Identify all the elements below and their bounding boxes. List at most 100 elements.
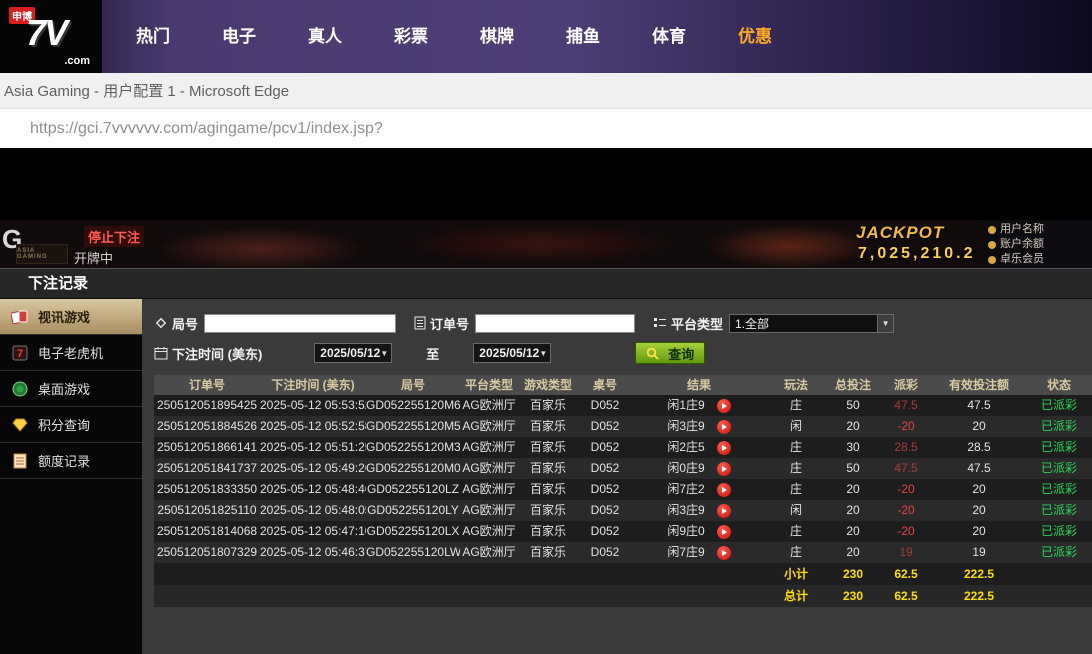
date-to-picker[interactable]: 2025/05/12 ▼ <box>473 343 551 363</box>
table-cell: GD052255120LY <box>366 500 460 521</box>
empty-cell <box>1026 585 1092 607</box>
nav-item-lottery[interactable]: 彩票 <box>368 0 454 73</box>
date-from-value: 2025/05/12 <box>320 346 380 360</box>
result-text: 闲3庄9 <box>667 500 704 521</box>
play-video-button[interactable] <box>717 504 731 518</box>
logo-suffix: .com <box>64 55 90 67</box>
table-cell: 19 <box>932 542 1026 563</box>
table-row: 2505120518845262025-05-12 05:52:58GD0522… <box>154 416 1092 437</box>
filter-row-2: 下注时间 (美东) 2025/05/12 ▼ 至 2025/05/12 ▼ <box>154 341 1092 365</box>
play-video-button[interactable] <box>717 399 731 413</box>
browser-titlebar: Asia Gaming - 用户配置 1 - Microsoft Edge <box>0 73 1092 109</box>
window-title: Asia Gaming - 用户配置 1 - Microsoft Edge <box>0 80 289 101</box>
asia-gaming-logo-text: ASIA GAMING <box>17 248 67 260</box>
query-button-label: 查询 <box>668 344 694 363</box>
chevron-down-icon: ▼ <box>877 315 893 332</box>
payout-cell: -20 <box>880 479 932 500</box>
table-cell: 2025-05-12 05:51:25 <box>260 437 366 458</box>
play-video-button[interactable] <box>717 441 731 455</box>
nav-item-hot[interactable]: 热门 <box>110 0 196 73</box>
asia-gaming-logo: ASIA GAMING <box>16 244 68 264</box>
platform-select[interactable]: 1.全部 ▼ <box>729 314 894 333</box>
nav-item-promo[interactable]: 优惠 <box>712 0 798 73</box>
play-video-button[interactable] <box>717 420 731 434</box>
table-cell: D052 <box>578 542 632 563</box>
table-cell: D052 <box>578 479 632 500</box>
site-logo[interactable]: 申博 7V .com <box>0 0 102 73</box>
column-header: 派彩 <box>880 375 932 395</box>
table-cell: 28.5 <box>932 437 1026 458</box>
table-cell: 百家乐 <box>518 458 578 479</box>
table-cell: 2025-05-12 05:52:58 <box>260 416 366 437</box>
empty-cell <box>518 563 578 585</box>
play-video-button[interactable] <box>717 546 731 560</box>
table-cell: AG欧洲厅 <box>460 542 518 563</box>
table-row: 2505120518417372025-05-12 05:49:26GD0522… <box>154 458 1092 479</box>
table-cell: 250512051895425 <box>154 395 260 416</box>
order-label: 订单号 <box>430 314 469 333</box>
nav-item-live[interactable]: 真人 <box>282 0 368 73</box>
query-button[interactable]: 查询 <box>635 342 705 364</box>
table-cell: 47.5 <box>932 395 1026 416</box>
sidebar-item-video-games[interactable]: 视讯游戏 <box>0 299 142 335</box>
column-header: 订单号 <box>154 375 260 395</box>
table-row: 2505120518073292025-05-12 05:46:37GD0522… <box>154 542 1092 563</box>
payout-cell: -20 <box>880 416 932 437</box>
calendar-icon <box>154 346 168 360</box>
play-icon <box>722 487 727 493</box>
table-cell: D052 <box>578 437 632 458</box>
coin-icon <box>988 256 996 264</box>
result-text: 闲3庄9 <box>667 416 704 437</box>
sidebar-item-slots[interactable]: 7电子老虎机 <box>0 335 142 371</box>
casino-background: G ASIA GAMING 停止下注 开牌中 JACKPOT 7,025,210… <box>0 220 1092 268</box>
table-cell: GD052255120M5 <box>366 416 460 437</box>
screen: 申博 7V .com 热门电子真人彩票棋牌捕鱼体育优惠 Asia Gaming … <box>0 0 1092 654</box>
date-from-picker[interactable]: 2025/05/12 ▼ <box>314 343 392 363</box>
empty-cell <box>260 563 366 585</box>
table-cell: 30 <box>826 437 880 458</box>
table-cell: 2025-05-12 05:46:37 <box>260 542 366 563</box>
nav-item-fishing[interactable]: 捕鱼 <box>540 0 626 73</box>
sidebar-item-table-games[interactable]: 桌面游戏 <box>0 371 142 407</box>
sidebar-item-quota[interactable]: 额度记录 <box>0 443 142 479</box>
result-cell: 闲9庄0 <box>632 521 766 542</box>
status-badge: 已派彩 <box>1026 458 1092 479</box>
nav-item-chess[interactable]: 棋牌 <box>454 0 540 73</box>
table-row: 2505120518954252025-05-12 05:53:52GD0522… <box>154 395 1092 416</box>
table-cell: AG欧洲厅 <box>460 395 518 416</box>
order-input[interactable] <box>475 314 635 333</box>
empty-cell <box>632 585 766 607</box>
table-cell: 庄 <box>766 521 826 542</box>
column-header: 总投注 <box>826 375 880 395</box>
table-cell: 250512051841737 <box>154 458 260 479</box>
url-text[interactable]: https://gci.7vvvvvv.com/agingame/pcv1/in… <box>0 120 383 138</box>
table-body: 2505120518954252025-05-12 05:53:52GD0522… <box>154 395 1092 607</box>
table-row: 2505120518333502025-05-12 05:48:46GD0522… <box>154 479 1092 500</box>
payout-cell: 47.5 <box>880 395 932 416</box>
table-cell: AG欧洲厅 <box>460 416 518 437</box>
table-cell: 百家乐 <box>518 395 578 416</box>
table-game-icon <box>10 381 30 397</box>
jackpot-label: JACKPOT <box>856 223 944 243</box>
user-info-line: 用户名称 <box>988 222 1088 237</box>
sidebar-item-label: 额度记录 <box>38 451 90 470</box>
sidebar-item-points[interactable]: 积分查询 <box>0 407 142 443</box>
result-text: 闲2庄5 <box>667 437 704 458</box>
nav-item-sports[interactable]: 体育 <box>626 0 712 73</box>
nav-item-slots[interactable]: 电子 <box>196 0 282 73</box>
play-video-button[interactable] <box>717 525 731 539</box>
table-cell: 250512051807329 <box>154 542 260 563</box>
play-video-button[interactable] <box>717 462 731 476</box>
browser-urlbar: https://gci.7vvvvvv.com/agingame/pcv1/in… <box>0 109 1092 148</box>
column-header: 局号 <box>366 375 460 395</box>
play-video-button[interactable] <box>717 483 731 497</box>
status-badge: 已派彩 <box>1026 395 1092 416</box>
round-input[interactable] <box>204 314 396 333</box>
table-cell: 庄 <box>766 542 826 563</box>
payout-cell: 19 <box>880 542 932 563</box>
user-info-line: 账户余额 <box>988 237 1088 252</box>
table-cell: 2025-05-12 05:48:05 <box>260 500 366 521</box>
play-icon <box>722 403 727 409</box>
table-cell: 250512051866141 <box>154 437 260 458</box>
date-to-value: 2025/05/12 <box>479 346 539 360</box>
